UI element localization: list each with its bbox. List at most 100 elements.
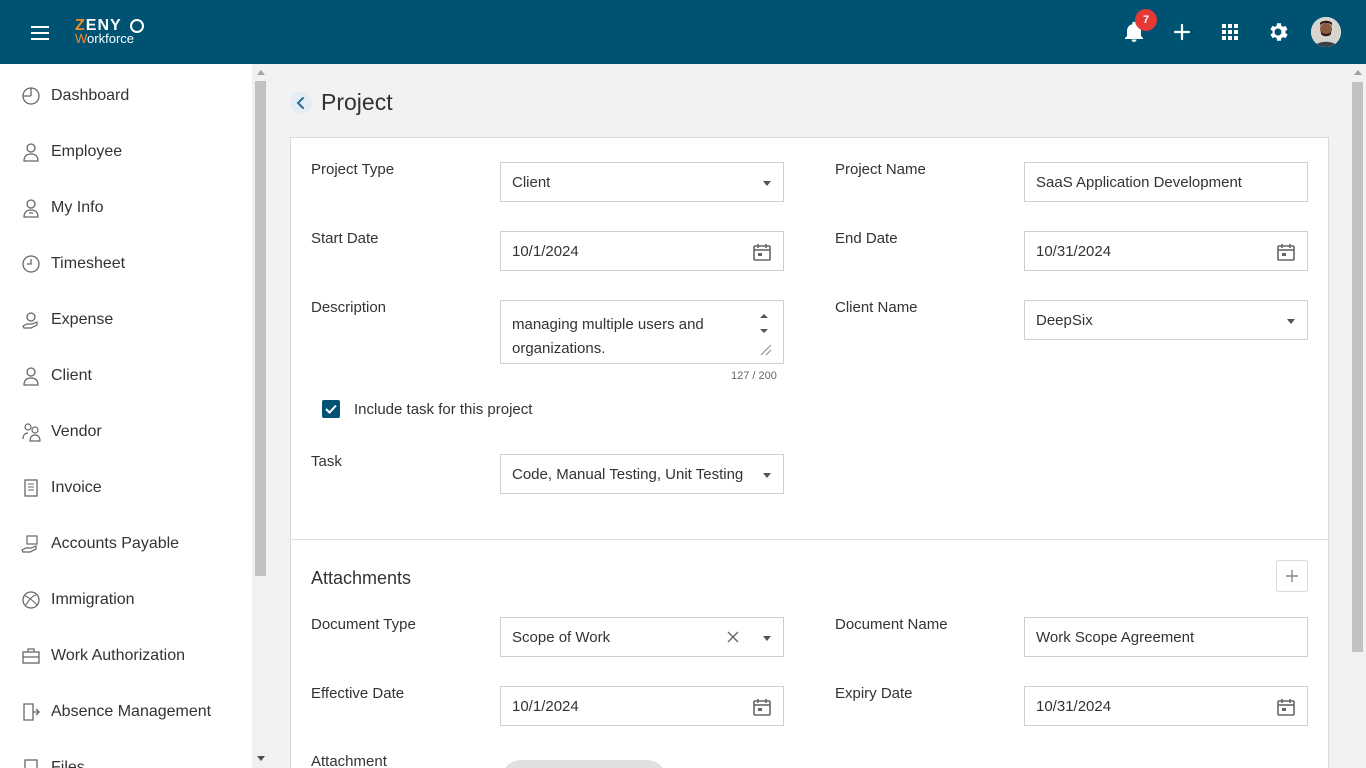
menu-icon[interactable]: [28, 24, 52, 42]
client-name-select[interactable]: DeepSix: [1024, 300, 1308, 340]
chevron-down-icon: [763, 636, 771, 641]
project-name-label: Project Name: [835, 161, 926, 178]
sidebar-item-dashboard[interactable]: Dashboard: [0, 76, 252, 116]
sidebar-item-label: Invoice: [51, 479, 102, 496]
section-divider: [291, 539, 1328, 540]
vendor-icon: [21, 422, 41, 442]
document-type-label: Document Type: [311, 616, 416, 633]
sidebar-item-expense[interactable]: Expense: [0, 300, 252, 340]
sidebar-item-timesheet[interactable]: Timesheet: [0, 244, 252, 284]
chevron-down-icon: [1287, 319, 1295, 324]
include-task-label: Include task for this project: [354, 401, 533, 418]
sidebar-item-immigration[interactable]: Immigration: [0, 580, 252, 620]
scroll-up-icon[interactable]: [1354, 70, 1362, 75]
sidebar: Dashboard Employee My Info Timesheet Exp…: [0, 64, 252, 768]
main-content: Project Project Type Client Project Name…: [269, 64, 1349, 768]
logo[interactable]: ZENY Workforce: [75, 17, 155, 47]
avatar[interactable]: [1311, 17, 1341, 47]
include-task-checkbox[interactable]: [322, 400, 340, 418]
plus-icon[interactable]: [1170, 20, 1194, 44]
sidebar-item-accounts-payable[interactable]: Accounts Payable: [0, 524, 252, 564]
dashboard-icon: [21, 86, 41, 106]
notification-badge[interactable]: 7: [1135, 9, 1157, 31]
main-scroll-thumb[interactable]: [1352, 82, 1363, 652]
end-date-value: 10/31/2024: [1036, 243, 1112, 260]
chevron-down-icon: [763, 181, 771, 186]
sidebar-item-label: Vendor: [51, 423, 102, 440]
client-name-label: Client Name: [835, 299, 918, 316]
user-icon: [21, 366, 41, 386]
employee-icon: [21, 142, 41, 162]
gear-icon[interactable]: [1266, 20, 1290, 44]
effective-date-value: 10/1/2024: [512, 698, 579, 715]
page-title: Project: [321, 89, 393, 115]
top-bar: ZENY Workforce 7: [0, 0, 1366, 64]
sidebar-item-label: Files: [51, 759, 85, 768]
effective-date-input[interactable]: 10/1/2024: [500, 686, 784, 726]
project-type-value: Client: [512, 174, 551, 191]
project-name-input[interactable]: SaaS Application Development: [1024, 162, 1308, 202]
task-select[interactable]: Code, Manual Testing, Unit Testing: [500, 454, 784, 494]
clear-icon[interactable]: [726, 630, 740, 644]
document-type-select[interactable]: Scope of Work: [500, 617, 784, 657]
description-value: managing multiple users and organization…: [512, 316, 704, 357]
sidebar-scrollbar[interactable]: [252, 64, 269, 768]
end-date-label: End Date: [835, 230, 898, 247]
project-form-card: Project Type Client Project Name SaaS Ap…: [290, 137, 1329, 768]
plus-icon: [1286, 570, 1298, 582]
logo-sub-text: Workforce: [75, 31, 135, 46]
payable-icon: [21, 534, 41, 554]
sidebar-item-label: Absence Management: [51, 703, 212, 720]
sidebar-item-label: Employee: [51, 143, 123, 160]
description-counter: 127 / 200: [731, 370, 777, 382]
textarea-scroll-icon[interactable]: [755, 308, 773, 358]
expense-icon: [21, 310, 41, 330]
effective-date-label: Effective Date: [311, 685, 405, 702]
end-date-input[interactable]: 10/31/2024: [1024, 231, 1308, 271]
document-name-label: Document Name: [835, 616, 948, 633]
sidebar-item-label: Work Authorization: [51, 647, 185, 664]
scroll-up-icon[interactable]: [257, 70, 265, 75]
grid-icon[interactable]: [1218, 20, 1242, 44]
sidebar-scroll-thumb[interactable]: [255, 81, 266, 576]
sidebar-item-files[interactable]: Files: [0, 748, 252, 768]
project-type-select[interactable]: Client: [500, 162, 784, 202]
my-info-icon: [21, 198, 41, 218]
document-type-value: Scope of Work: [512, 629, 611, 646]
document-name-input[interactable]: Work Scope Agreement: [1024, 617, 1308, 657]
calendar-icon[interactable]: [752, 697, 772, 717]
calendar-icon[interactable]: [1276, 697, 1296, 717]
attachment-label: Attachment: [311, 753, 387, 768]
sidebar-item-employee[interactable]: Employee: [0, 132, 252, 172]
start-date-label: Start Date: [311, 230, 379, 247]
client-name-value: DeepSix: [1036, 312, 1093, 329]
sidebar-item-invoice[interactable]: Invoice: [0, 468, 252, 508]
description-textarea[interactable]: managing multiple users and organization…: [500, 300, 784, 364]
sidebar-item-my-info[interactable]: My Info: [0, 188, 252, 228]
sidebar-item-label: My Info: [51, 199, 104, 216]
add-attachment-button[interactable]: [1276, 560, 1308, 592]
sidebar-item-absence-management[interactable]: Absence Management: [0, 692, 252, 732]
sidebar-item-label: Timesheet: [51, 255, 126, 272]
sidebar-item-vendor[interactable]: Vendor: [0, 412, 252, 452]
briefcase-icon: [21, 646, 41, 666]
main-scrollbar[interactable]: [1349, 64, 1366, 768]
scroll-down-icon[interactable]: [257, 756, 265, 761]
sidebar-item-label: Dashboard: [51, 87, 130, 104]
start-date-value: 10/1/2024: [512, 243, 579, 260]
sidebar-item-work-authorization[interactable]: Work Authorization: [0, 636, 252, 676]
sidebar-item-label: Client: [51, 367, 92, 384]
clock-icon: [21, 254, 41, 274]
chevron-down-icon: [763, 473, 771, 478]
expiry-date-input[interactable]: 10/31/2024: [1024, 686, 1308, 726]
start-date-input[interactable]: 10/1/2024: [500, 231, 784, 271]
files-icon: [21, 758, 41, 768]
project-name-value: SaaS Application Development: [1036, 174, 1242, 191]
calendar-icon[interactable]: [752, 242, 772, 262]
back-button[interactable]: [290, 92, 312, 114]
calendar-icon[interactable]: [1276, 242, 1296, 262]
attachment-upload-button[interactable]: [501, 760, 667, 768]
document-name-value: Work Scope Agreement: [1036, 629, 1195, 646]
invoice-icon: [21, 478, 41, 498]
sidebar-item-client[interactable]: Client: [0, 356, 252, 396]
